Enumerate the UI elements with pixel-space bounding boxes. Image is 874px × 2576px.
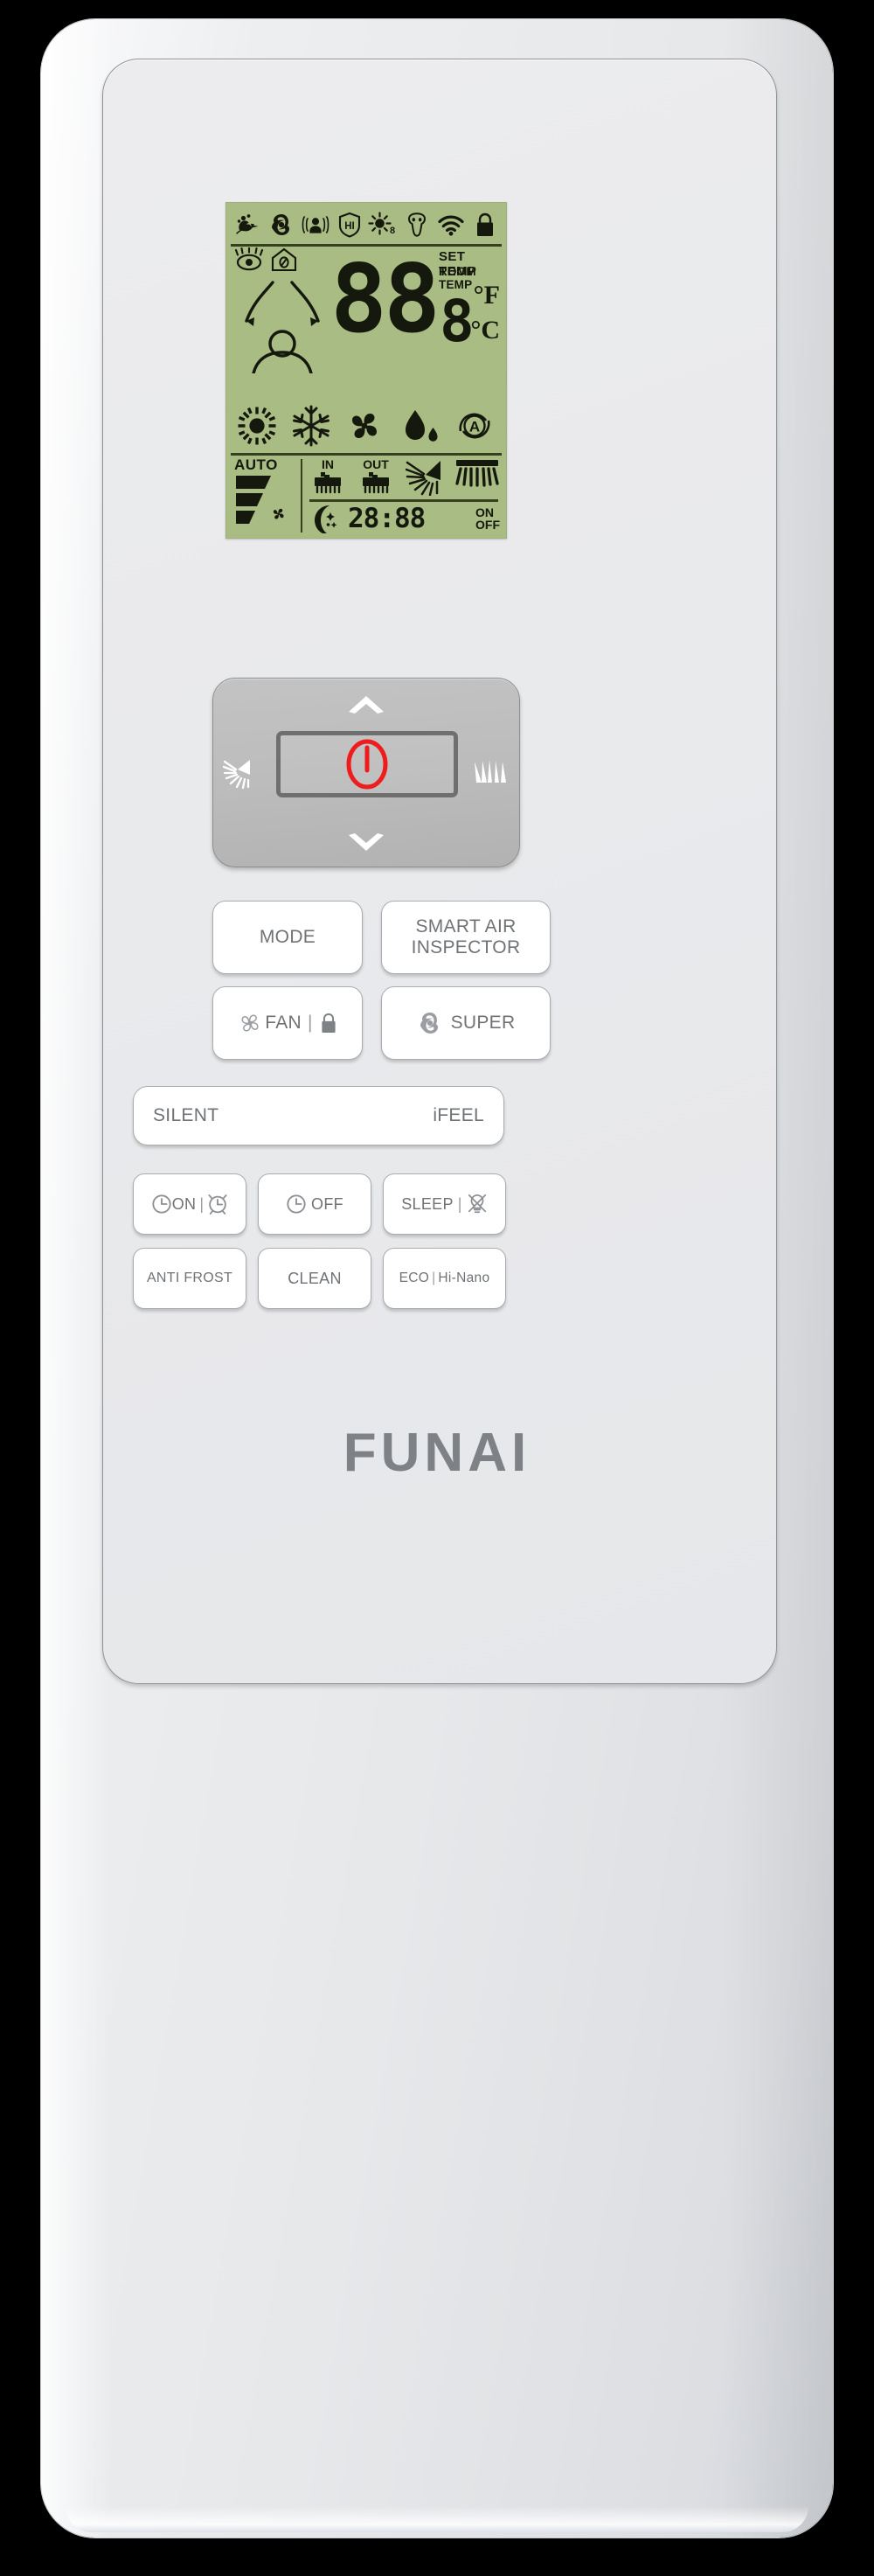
turbo-swirl-icon (417, 1010, 443, 1036)
timer-on-label: ON (475, 505, 494, 519)
mode-button-label: MODE (259, 927, 316, 947)
remote-control-body: HI 8 88 8 SET TEMP ROOM TEMP °F °C A AUT… (41, 19, 833, 2538)
timer-on-button[interactable]: ON | (133, 1173, 246, 1235)
anti-frost-label: ANTI FROST (146, 1271, 233, 1285)
ifeel-person-icon (301, 210, 330, 240)
lcd-vertical-divider (301, 459, 302, 533)
timer-on-label: ON (171, 1194, 197, 1213)
turbo-swirl-icon (267, 210, 296, 240)
sleep-label: SLEEP (401, 1194, 454, 1213)
vertical-swing-button[interactable] (223, 757, 253, 789)
fan-speed-indicator: AUTO (234, 457, 297, 534)
eco-hi-nano-button[interactable]: ECO | Hi-Nano (383, 1248, 506, 1309)
timer-off-label: OFF (311, 1194, 343, 1213)
lcd-mode-icon-row: A (232, 401, 500, 450)
smart-air-inspector-label: SMART AIR INSPECTOR (412, 916, 521, 957)
lcd-vent-icon-row: IN OUT (309, 457, 500, 498)
svg-text:A: A (469, 419, 480, 435)
air-filter-mask-icon (402, 210, 432, 240)
lcd-main-area: 88 8 SET TEMP ROOM TEMP °F °C (232, 247, 500, 400)
airflow-person-icon (234, 275, 330, 373)
temp-down-button[interactable] (346, 832, 386, 854)
sun-eight-icon: 8 (368, 210, 398, 240)
fan-button-label: FAN (265, 1013, 302, 1033)
smart-air-line2: INSPECTOR (411, 937, 521, 957)
super-button-label: SUPER (450, 1013, 516, 1033)
svg-text:8: 8 (390, 226, 395, 236)
out-brush-icon: OUT (357, 457, 395, 498)
silent-label: SILENT (153, 1105, 219, 1125)
timer-onoff-labels: ON OFF (475, 505, 500, 532)
lcd-display: HI 8 88 8 SET TEMP ROOM TEMP °F °C A AUT… (225, 202, 507, 539)
svg-text:IN: IN (322, 457, 334, 471)
alarm-clock-icon (207, 1194, 228, 1215)
brand-logo: FUNAI (343, 1423, 531, 1483)
eco-leaf-icon (232, 210, 262, 240)
clean-label: CLEAN (288, 1269, 342, 1287)
in-brush-icon: IN (309, 457, 346, 498)
clock-icon (151, 1194, 172, 1215)
sun-heat-icon (236, 405, 278, 447)
temp-up-button[interactable] (346, 693, 386, 715)
fan-separator: | (307, 1013, 313, 1033)
home-icon (271, 247, 297, 272)
ifeel-label: iFEEL (433, 1105, 484, 1125)
smart-air-line1: SMART AIR (415, 916, 517, 937)
water-drop-dry-icon (399, 405, 440, 447)
eye-watch-icon (234, 247, 264, 272)
fan-icon (237, 1010, 263, 1036)
fan-icon (343, 405, 385, 447)
timer-value: 28:88 (348, 503, 426, 534)
temperature-unit-labels: SET TEMP ROOM TEMP °F °C (439, 247, 500, 370)
power-button[interactable] (276, 731, 458, 797)
lcd-status-icon-row: HI 8 (232, 207, 500, 242)
timer-on-separator: | (199, 1194, 205, 1213)
shell-bottom-edge (66, 2506, 808, 2532)
super-button[interactable]: SUPER (381, 986, 551, 1060)
vertical-swing-icon (406, 457, 444, 496)
eco-label: ECO (399, 1271, 430, 1285)
lock-icon (319, 1012, 338, 1034)
fan-lock-button[interactable]: FAN | (212, 986, 363, 1060)
hi-nano-label: Hi-Nano (438, 1271, 490, 1285)
mode-button[interactable]: MODE (212, 901, 363, 974)
svg-text:HI: HI (344, 221, 355, 232)
sleep-separator: | (457, 1194, 462, 1213)
silent-ifeel-button[interactable]: SILENT iFEEL (133, 1086, 504, 1145)
lcd-horizontal-divider (309, 499, 498, 502)
lcd-divider-bottom (231, 453, 502, 456)
anti-frost-button[interactable]: ANTI FROST (133, 1248, 246, 1309)
sleep-button[interactable]: SLEEP | (383, 1173, 506, 1235)
horizontal-swing-icon (454, 457, 500, 492)
power-directional-pad[interactable] (212, 678, 520, 867)
moon-sleep-icon (309, 504, 339, 533)
lamp-off-icon (467, 1193, 488, 1215)
timer-off-button[interactable]: OFF (258, 1173, 371, 1235)
fahrenheit-label: °F (473, 281, 500, 310)
clock-icon (286, 1194, 307, 1215)
timer-off-label: OFF (475, 518, 500, 532)
lock-icon (470, 210, 500, 240)
auto-circle-a-icon: A (453, 405, 496, 447)
power-icon (346, 739, 388, 790)
lcd-timer-row: 28:88 ON OFF (309, 503, 500, 534)
snowflake-cool-icon (291, 405, 331, 447)
temperature-digits: 88 (330, 253, 440, 366)
horizontal-swing-button[interactable] (469, 758, 510, 788)
fan-auto-label: AUTO (234, 456, 278, 473)
svg-text:OUT: OUT (363, 457, 389, 471)
wifi-icon (436, 210, 466, 240)
lcd-lower-area: AUTO IN OUT 28:88 ON OFF (232, 457, 500, 535)
clean-button[interactable]: CLEAN (258, 1248, 371, 1309)
hi-shield-icon: HI (335, 210, 364, 240)
eco-separator: | (432, 1271, 436, 1285)
smart-air-inspector-button[interactable]: SMART AIR INSPECTOR (381, 901, 551, 974)
celsius-label: °C (470, 316, 500, 345)
temperature-value: 88 (330, 245, 440, 354)
